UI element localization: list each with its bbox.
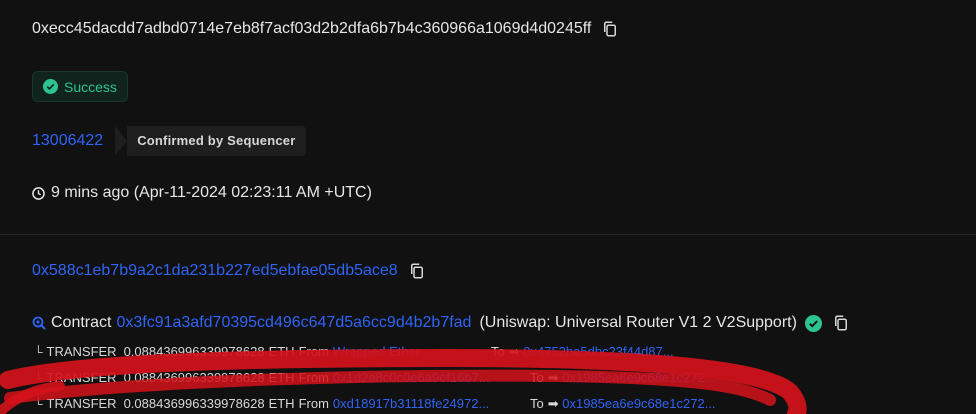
transfer-to-group: To ➡ 0x4752ba5dbc23f44d87... — [491, 344, 674, 360]
block-number-link[interactable]: 13006422 — [32, 132, 103, 150]
elbow-connector: └ — [34, 344, 43, 359]
transfer-from-link[interactable]: Wrapped Ether — [333, 344, 420, 359]
contract-row: Contract 0x3fc91a3afd70395cd496c647d5a6c… — [32, 314, 850, 332]
transfer-label: TRANSFER — [46, 344, 117, 359]
copy-icon[interactable] — [408, 262, 426, 280]
block-row: 13006422 Confirmed by Sequencer — [32, 126, 307, 156]
transfer-to-link[interactable]: 0x1985ea6e9c68e1c272... — [562, 396, 715, 411]
contract-address-link[interactable]: 0x3fc91a3afd70395cd496c647d5a6cc9d4b2b7f… — [116, 314, 471, 332]
to-label: To — [530, 369, 544, 385]
verified-check-icon — [804, 314, 822, 332]
transaction-details-panel: 0xecc45dacdd7adbd0714e7eb8f7acf03d2b2dfa… — [0, 0, 976, 414]
to-label: To — [530, 395, 544, 411]
arrow-right-icon: ➡ — [547, 369, 563, 385]
contract-name: (Uniswap: Universal Router V1 2 V2Suppor… — [479, 314, 797, 331]
transfer-token: ETH — [268, 396, 295, 411]
from-label: From — [298, 370, 329, 385]
elbow-connector: └ — [34, 396, 43, 411]
transfer-from-link[interactable]: 0x1d2a8c0c0e6a9ef16b7... — [333, 370, 490, 385]
section-divider — [0, 234, 976, 235]
sequencer-tag: Confirmed by Sequencer — [115, 126, 307, 156]
copy-icon[interactable] — [832, 314, 850, 332]
status-label: Success — [64, 78, 117, 95]
sequencer-tag-label: Confirmed by Sequencer — [137, 133, 296, 148]
transfer-row: └ TRANSFER 0.088436996339978628 ETH From… — [34, 370, 716, 386]
transfer-token: ETH — [268, 344, 295, 359]
timestamp-row: 9 mins ago (Apr-11-2024 02:23:11 AM +UTC… — [32, 184, 372, 202]
transfer-label: TRANSFER — [46, 370, 117, 385]
from-address-link[interactable]: 0x588c1eb7b9a2c1da231b227ed5ebfae05db5ac… — [32, 262, 398, 280]
check-circle-icon — [43, 79, 58, 94]
elbow-connector: └ — [34, 370, 43, 385]
transfer-row: └ TRANSFER 0.088436996339978628 ETH From… — [34, 344, 674, 360]
transfer-amount: 0.088436996339978628 — [123, 370, 265, 385]
transfer-to-link[interactable]: 0x1985ea6e9c68e1c272... — [562, 370, 715, 385]
search-icon — [32, 316, 46, 330]
status-badge: Success — [32, 71, 128, 102]
from-label: From — [298, 396, 329, 411]
transfer-amount: 0.088436996339978628 — [123, 396, 265, 411]
contract-prefix: Contract — [51, 314, 112, 331]
transfer-amount: 0.088436996339978628 — [123, 344, 265, 359]
to-label: To — [491, 343, 505, 359]
copy-icon[interactable] — [601, 20, 619, 38]
clock-icon — [32, 186, 45, 200]
from-row: 0x588c1eb7b9a2c1da231b227ed5ebfae05db5ac… — [32, 262, 426, 280]
arrow-right-icon: ➡ — [547, 395, 563, 411]
timestamp-label: 9 mins ago (Apr-11-2024 02:23:11 AM +UTC… — [51, 184, 372, 201]
transfer-to-group: To ➡ 0x1985ea6e9c68e1c272... — [530, 370, 716, 386]
tx-hash: 0xecc45dacdd7adbd0714e7eb8f7acf03d2b2dfa… — [32, 20, 592, 37]
transfer-from-link[interactable]: 0xd18917b31118fe24972... — [333, 396, 489, 411]
transfer-token: ETH — [268, 370, 295, 385]
from-label: From — [298, 344, 329, 359]
arrow-right-icon: ➡ — [508, 343, 524, 359]
transfer-label: TRANSFER — [46, 396, 117, 411]
transfer-row: └ TRANSFER 0.088436996339978628 ETH From… — [34, 396, 716, 412]
transfer-to-link[interactable]: 0x4752ba5dbc23f44d87... — [523, 344, 673, 359]
tx-hash-row: 0xecc45dacdd7adbd0714e7eb8f7acf03d2b2dfa… — [32, 20, 619, 38]
transfer-to-group: To ➡ 0x1985ea6e9c68e1c272... — [530, 396, 716, 412]
